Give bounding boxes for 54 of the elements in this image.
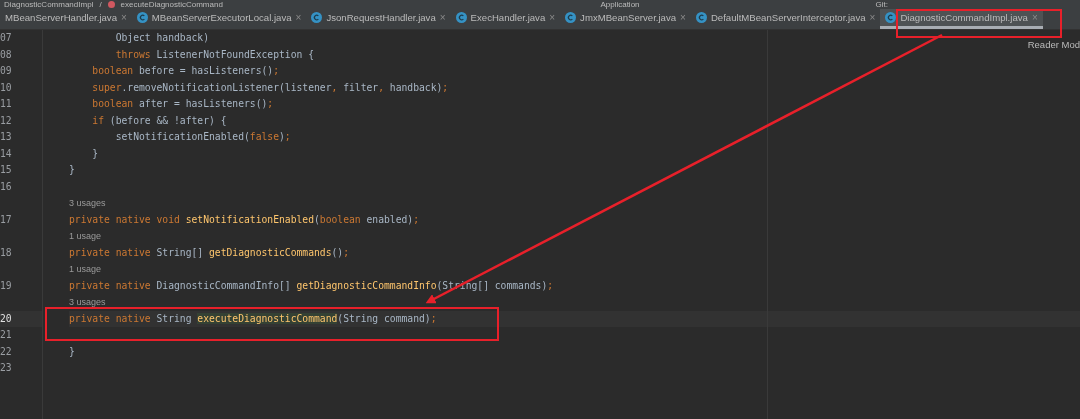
- line-number: 07: [0, 32, 12, 43]
- usage-hint[interactable]: 3 usages: [69, 198, 106, 208]
- file-tab[interactable]: MBeanServerHandler.java ×: [0, 9, 132, 29]
- close-icon[interactable]: ×: [869, 12, 876, 23]
- file-tab[interactable]: ExecHandler.java ×: [450, 9, 561, 29]
- code-line: }: [69, 164, 75, 175]
- run-config-dropdown[interactable]: Application: [600, 0, 640, 9]
- usage-hint[interactable]: 1 usage: [69, 231, 102, 241]
- usage-hint[interactable]: 1 usage: [69, 264, 102, 274]
- method-icon: [107, 1, 115, 8]
- line-number: 17: [0, 213, 12, 225]
- usage-hint[interactable]: 3 usages: [69, 297, 106, 307]
- code-line: setNotificationEnabled(false);: [114, 131, 291, 142]
- line-number: 21: [0, 329, 12, 340]
- breadcrumb[interactable]: DiagnosticCommandImpl: [4, 0, 94, 9]
- line-number: 18: [0, 246, 12, 258]
- file-tab[interactable]: DiagnosticCommandImpl.java ×: [880, 9, 1043, 29]
- line-number: 12: [0, 114, 12, 126]
- line-number: 23: [0, 362, 12, 373]
- line-number: 16: [0, 180, 12, 192]
- line-number: 19: [0, 279, 12, 291]
- file-tab[interactable]: MBeanServerExecutorLocal.java ×: [131, 9, 307, 29]
- line-number: 13: [0, 131, 12, 142]
- code-line: }: [69, 345, 75, 357]
- line-number: 15: [0, 164, 12, 175]
- code-line: throws ListenerNotFoundException {: [114, 48, 314, 60]
- code-line: Object handback): [114, 32, 209, 43]
- code-line: private native void setNotificationEnabled(boolean enabled);: [69, 213, 419, 225]
- code-line: boolean before = hasListeners();: [91, 65, 279, 76]
- line-number: 20: [0, 312, 12, 324]
- line-number: 10: [0, 81, 12, 93]
- close-icon[interactable]: ×: [439, 12, 446, 23]
- line-number: 08: [0, 48, 12, 60]
- line-number: 09: [0, 65, 12, 76]
- line-number: 22: [0, 345, 12, 357]
- reader-mode-link[interactable]: Reader Mod: [1027, 39, 1080, 50]
- breadcrumb[interactable]: executeDiagnosticCommand: [120, 0, 223, 9]
- code-line: if (before && !after) {: [91, 114, 227, 126]
- file-tab[interactable]: JsonRequestHandler.java ×: [306, 9, 451, 29]
- code-line: private native String executeDiagnosticCommand(String command);: [69, 312, 437, 324]
- line-number: 11: [0, 98, 12, 109]
- line-number: 14: [0, 147, 12, 159]
- code-line: private native String[] getDiagnosticCommands();: [69, 246, 349, 258]
- code-line: super.removeNotificationListener(listener, filter, handback);: [91, 81, 449, 93]
- close-icon[interactable]: ×: [549, 12, 556, 23]
- close-icon[interactable]: ×: [295, 12, 302, 23]
- close-icon[interactable]: ×: [121, 12, 127, 23]
- code-line: }: [91, 147, 99, 159]
- file-tab[interactable]: DefaultMBeanServerInterceptor.java ×: [690, 9, 881, 29]
- close-icon[interactable]: ×: [680, 12, 686, 23]
- vcs-label: Git:: [875, 0, 888, 9]
- breadcrumb-separator: /: [99, 0, 102, 9]
- file-tab[interactable]: JmxMBeanServer.java ×: [560, 9, 691, 29]
- code-line: boolean after = hasListeners();: [91, 98, 274, 109]
